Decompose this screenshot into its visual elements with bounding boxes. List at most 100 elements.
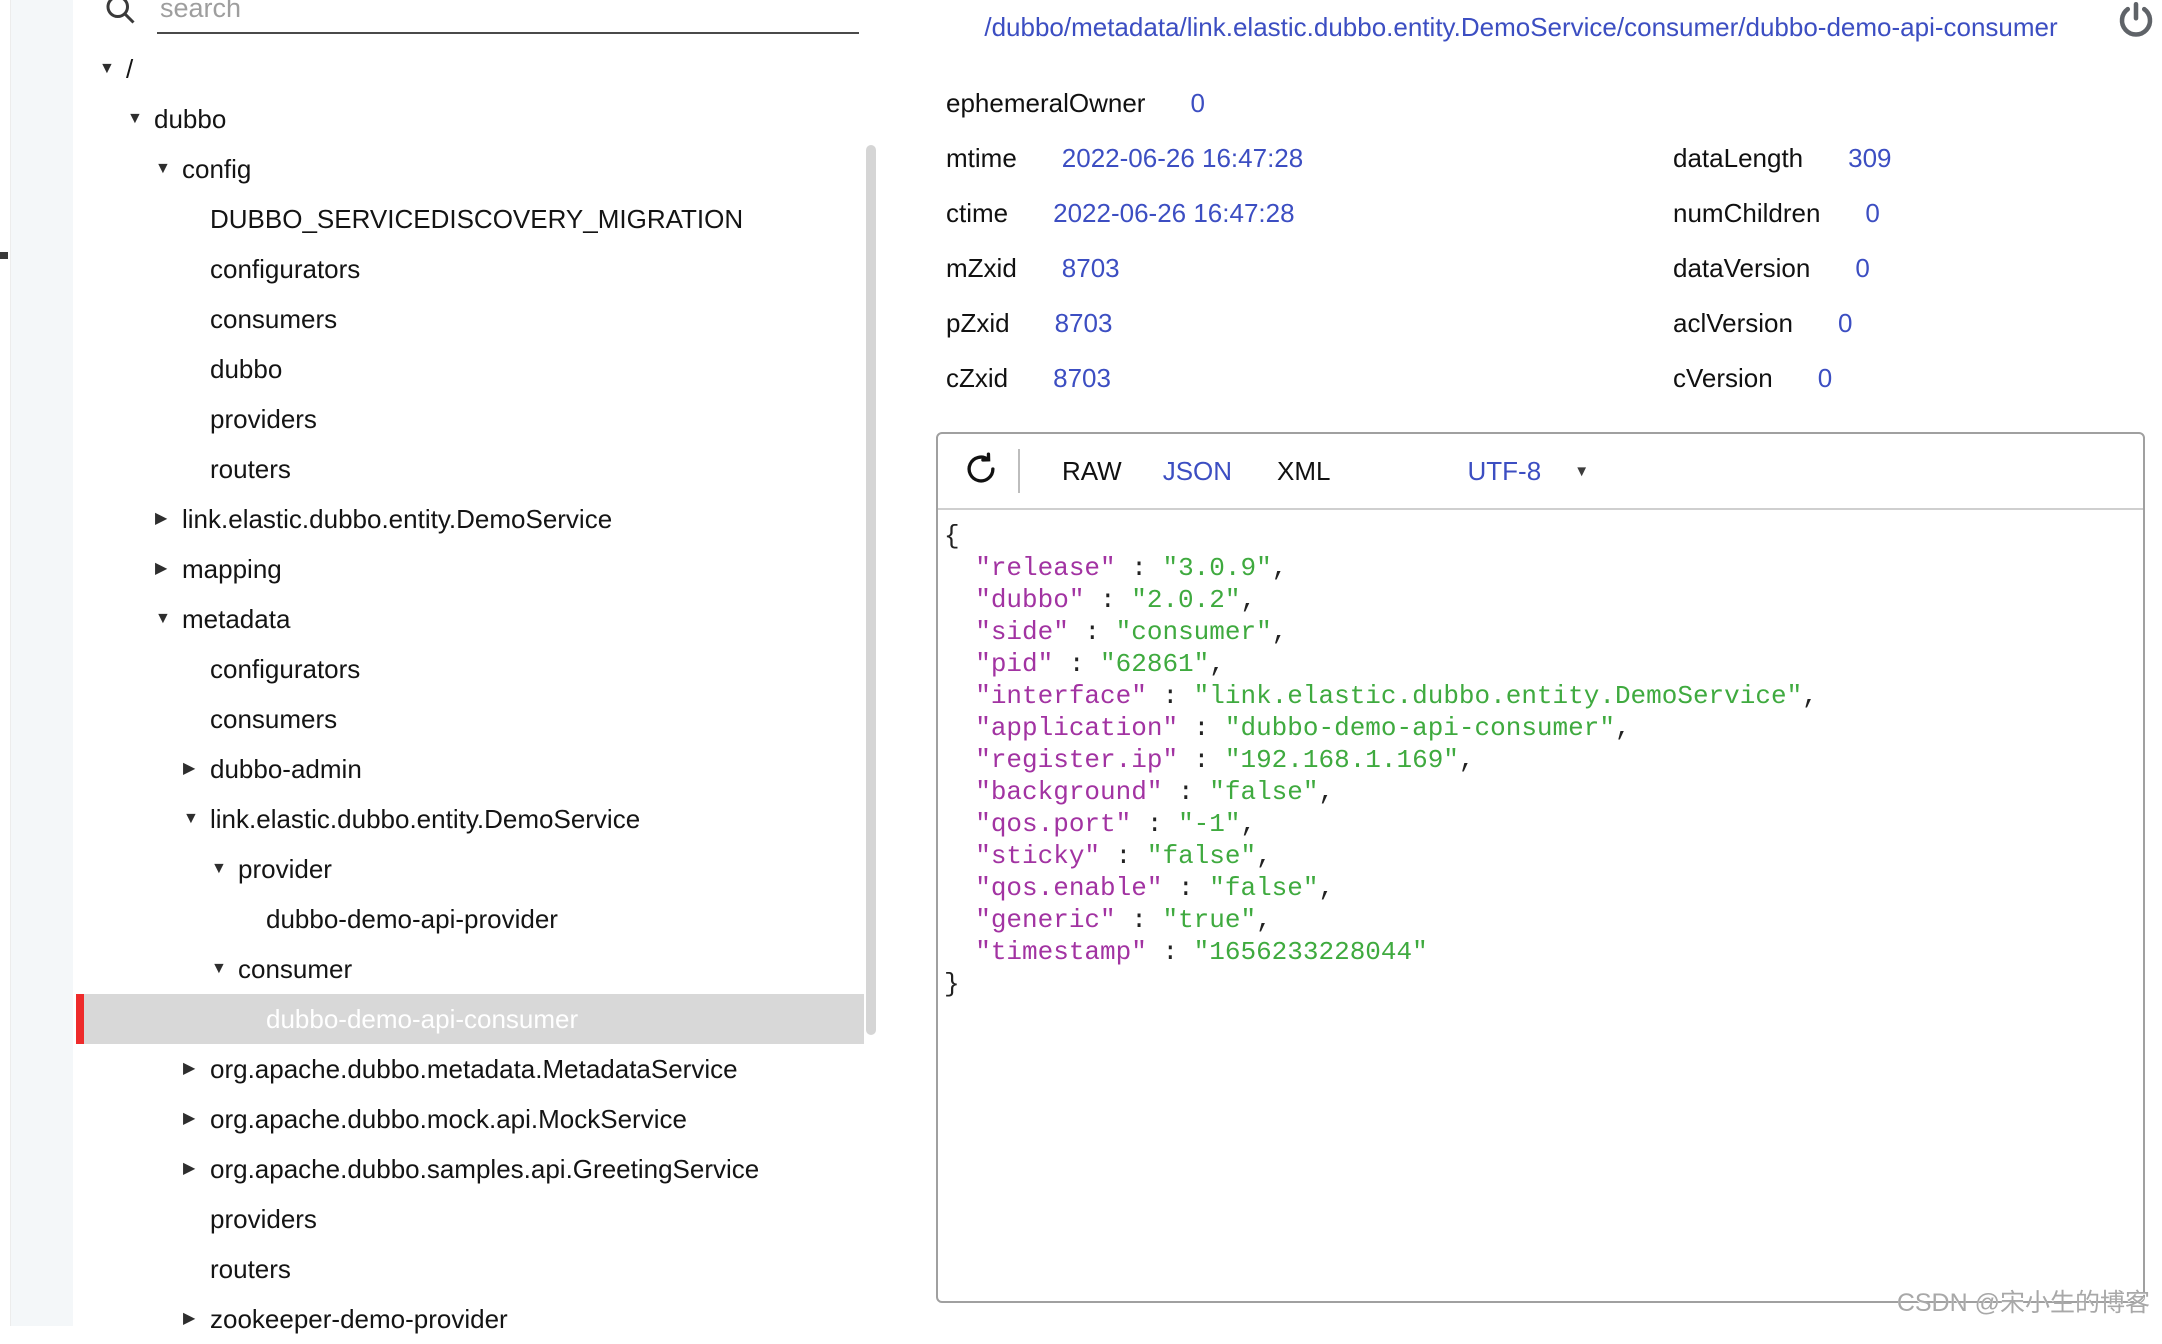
tree-node[interactable]: ▼config — [76, 144, 864, 194]
tree-node-label: DUBBO_SERVICEDISCOVERY_MIGRATION — [210, 204, 743, 235]
tree-node[interactable]: ▶zookeeper-demo-provider — [76, 1294, 864, 1344]
stat-label: mZxid — [946, 253, 1017, 284]
tree-node[interactable]: ▼link.elastic.dubbo.entity.DemoService — [76, 794, 864, 844]
tree-node[interactable]: consumers — [76, 294, 864, 344]
left-edge-panel — [10, 0, 73, 1326]
stat-row: mZxid 8703 — [946, 241, 1303, 296]
data-toolbar: RAW JSON XML UTF-8 ▼ — [938, 434, 2143, 510]
tree-node-label: configurators — [210, 654, 360, 685]
tree-node[interactable]: dubbo-demo-api-consumer — [76, 994, 864, 1044]
stat-row: pZxid 8703 — [946, 296, 1303, 351]
tree-node[interactable]: ▼/ — [76, 44, 864, 94]
tree-node-label: provider — [238, 854, 332, 885]
tree-node-label: mapping — [182, 554, 282, 585]
stat-row: cVersion0 — [1673, 351, 1892, 406]
stat-value: 309 — [1848, 143, 1891, 174]
stat-value: 8703 — [1062, 253, 1120, 284]
tree-caret-icon[interactable]: ▶ — [183, 744, 210, 794]
tree-caret-icon[interactable]: ▶ — [183, 1094, 210, 1144]
tab-xml[interactable]: XML — [1277, 456, 1330, 487]
tree-caret-icon[interactable]: ▶ — [183, 1044, 210, 1094]
stat-row: dataLength 309 — [1673, 131, 1892, 186]
node-path: /dubbo/metadata/link.elastic.dubbo.entit… — [880, 12, 2162, 43]
stat-value: 8703 — [1053, 363, 1111, 394]
tree-node[interactable]: ▶org.apache.dubbo.metadata.MetadataServi… — [76, 1044, 864, 1094]
tree-node[interactable]: configurators — [76, 644, 864, 694]
tree-node[interactable]: ▶dubbo-admin — [76, 744, 864, 794]
stat-row: dataVersion0 — [1673, 241, 1892, 296]
stat-value: 0 — [1838, 308, 1852, 339]
tree-caret-icon[interactable]: ▼ — [99, 44, 126, 94]
stat-row: ctime2022-06-26 16:47:28 — [946, 186, 1303, 241]
tree-caret-icon[interactable]: ▶ — [183, 1144, 210, 1194]
tree-caret-icon[interactable]: ▼ — [127, 94, 154, 144]
stat-value: 8703 — [1055, 308, 1113, 339]
panel-collapse-handle[interactable] — [0, 252, 8, 259]
stat-value: 0 — [1190, 88, 1204, 119]
tree-node-label: dubbo-admin — [210, 754, 362, 785]
tree-node-label: link.elastic.dubbo.entity.DemoService — [210, 804, 640, 835]
tree-caret-icon[interactable]: ▼ — [155, 144, 182, 194]
tree-node-label: providers — [210, 404, 317, 435]
tree-node[interactable]: configurators — [76, 244, 864, 294]
node-data-panel: RAW JSON XML UTF-8 ▼ { "release" : "3.0.… — [936, 432, 2145, 1303]
stat-row: numChildren0 — [1673, 186, 1892, 241]
encoding-value: UTF-8 — [1468, 456, 1542, 487]
stat-row: cZxid 8703 — [946, 351, 1303, 406]
power-button[interactable] — [2114, 0, 2158, 44]
refresh-icon — [962, 450, 1000, 493]
tree-node[interactable]: DUBBO_SERVICEDISCOVERY_MIGRATION — [76, 194, 864, 244]
tree-node[interactable]: ▼metadata — [76, 594, 864, 644]
tree-node-label: consumer — [238, 954, 352, 985]
tree-caret-icon[interactable]: ▶ — [155, 494, 182, 544]
stat-label: dataLength — [1673, 143, 1803, 174]
tree-node-label: dubbo — [154, 104, 226, 135]
refresh-button[interactable] — [962, 452, 1000, 490]
tree-caret-icon[interactable]: ▶ — [155, 544, 182, 594]
tree-node[interactable]: ▼dubbo — [76, 94, 864, 144]
tree-node[interactable]: ▶org.apache.dubbo.samples.api.GreetingSe… — [76, 1144, 864, 1194]
tree-caret-icon[interactable]: ▶ — [183, 1294, 210, 1344]
tree-node-label: org.apache.dubbo.metadata.MetadataServic… — [210, 1054, 738, 1085]
encoding-select[interactable]: UTF-8 ▼ — [1468, 456, 1590, 487]
search-input[interactable] — [158, 0, 722, 28]
tree-node[interactable]: ▶link.elastic.dubbo.entity.DemoService — [76, 494, 864, 544]
stats-right-column: dataLength 309 numChildren0dataVersion0acl… — [1673, 131, 1892, 406]
tab-raw[interactable]: RAW — [1062, 456, 1122, 487]
chevron-down-icon: ▼ — [1574, 463, 1589, 480]
tree-node[interactable]: dubbo-demo-api-provider — [76, 894, 864, 944]
tree-caret-icon[interactable]: ▼ — [183, 794, 210, 844]
stat-value: 2022-06-26 16:47:28 — [1053, 198, 1294, 229]
tree-node[interactable]: routers — [76, 1244, 864, 1294]
zookeeper-tree-panel: ▼/▼dubbo▼configDUBBO_SERVICEDISCOVERY_MI… — [76, 0, 864, 1326]
stat-label: pZxid — [946, 308, 1010, 339]
stat-label: cZxid — [946, 363, 1008, 394]
tree-node[interactable]: ▼consumer — [76, 944, 864, 994]
tab-json[interactable]: JSON — [1163, 456, 1232, 487]
stat-row: ephemeralOwner0 — [946, 76, 1303, 131]
tree-node[interactable]: dubbo — [76, 344, 864, 394]
node-data-content[interactable]: { "release" : "3.0.9", "dubbo" : "2.0.2"… — [938, 510, 2143, 1000]
search-icon — [102, 0, 138, 32]
tree-caret-icon[interactable]: ▼ — [155, 594, 182, 644]
tree-caret-icon[interactable]: ▼ — [211, 844, 238, 894]
tree-scrollbar[interactable] — [866, 145, 876, 1035]
tree-node[interactable]: providers — [76, 394, 864, 444]
tree-node[interactable]: consumers — [76, 694, 864, 744]
tree-node[interactable]: ▼provider — [76, 844, 864, 894]
tree-node[interactable]: providers — [76, 1194, 864, 1244]
stat-row: mtime2022-06-26 16:47:28 — [946, 131, 1303, 186]
tree-node-label: config — [182, 154, 251, 185]
tree-node-label: zookeeper-demo-provider — [210, 1304, 508, 1335]
stat-row: aclVersion0 — [1673, 296, 1892, 351]
tree-node[interactable]: ▶org.apache.dubbo.mock.api.MockService — [76, 1094, 864, 1144]
tree-node-label: org.apache.dubbo.samples.api.GreetingSer… — [210, 1154, 759, 1185]
tree-node[interactable]: ▶mapping — [76, 544, 864, 594]
tree-node[interactable]: routers — [76, 444, 864, 494]
tree-node-label: configurators — [210, 254, 360, 285]
tree-caret-icon[interactable]: ▼ — [211, 944, 238, 994]
stats-left-column: ephemeralOwner0mtime2022-06-26 16:47:28c… — [946, 76, 1303, 406]
tree-node-label: dubbo-demo-api-consumer — [266, 1004, 578, 1035]
search-underline — [157, 32, 859, 34]
tree-node-label: org.apache.dubbo.mock.api.MockService — [210, 1104, 687, 1135]
